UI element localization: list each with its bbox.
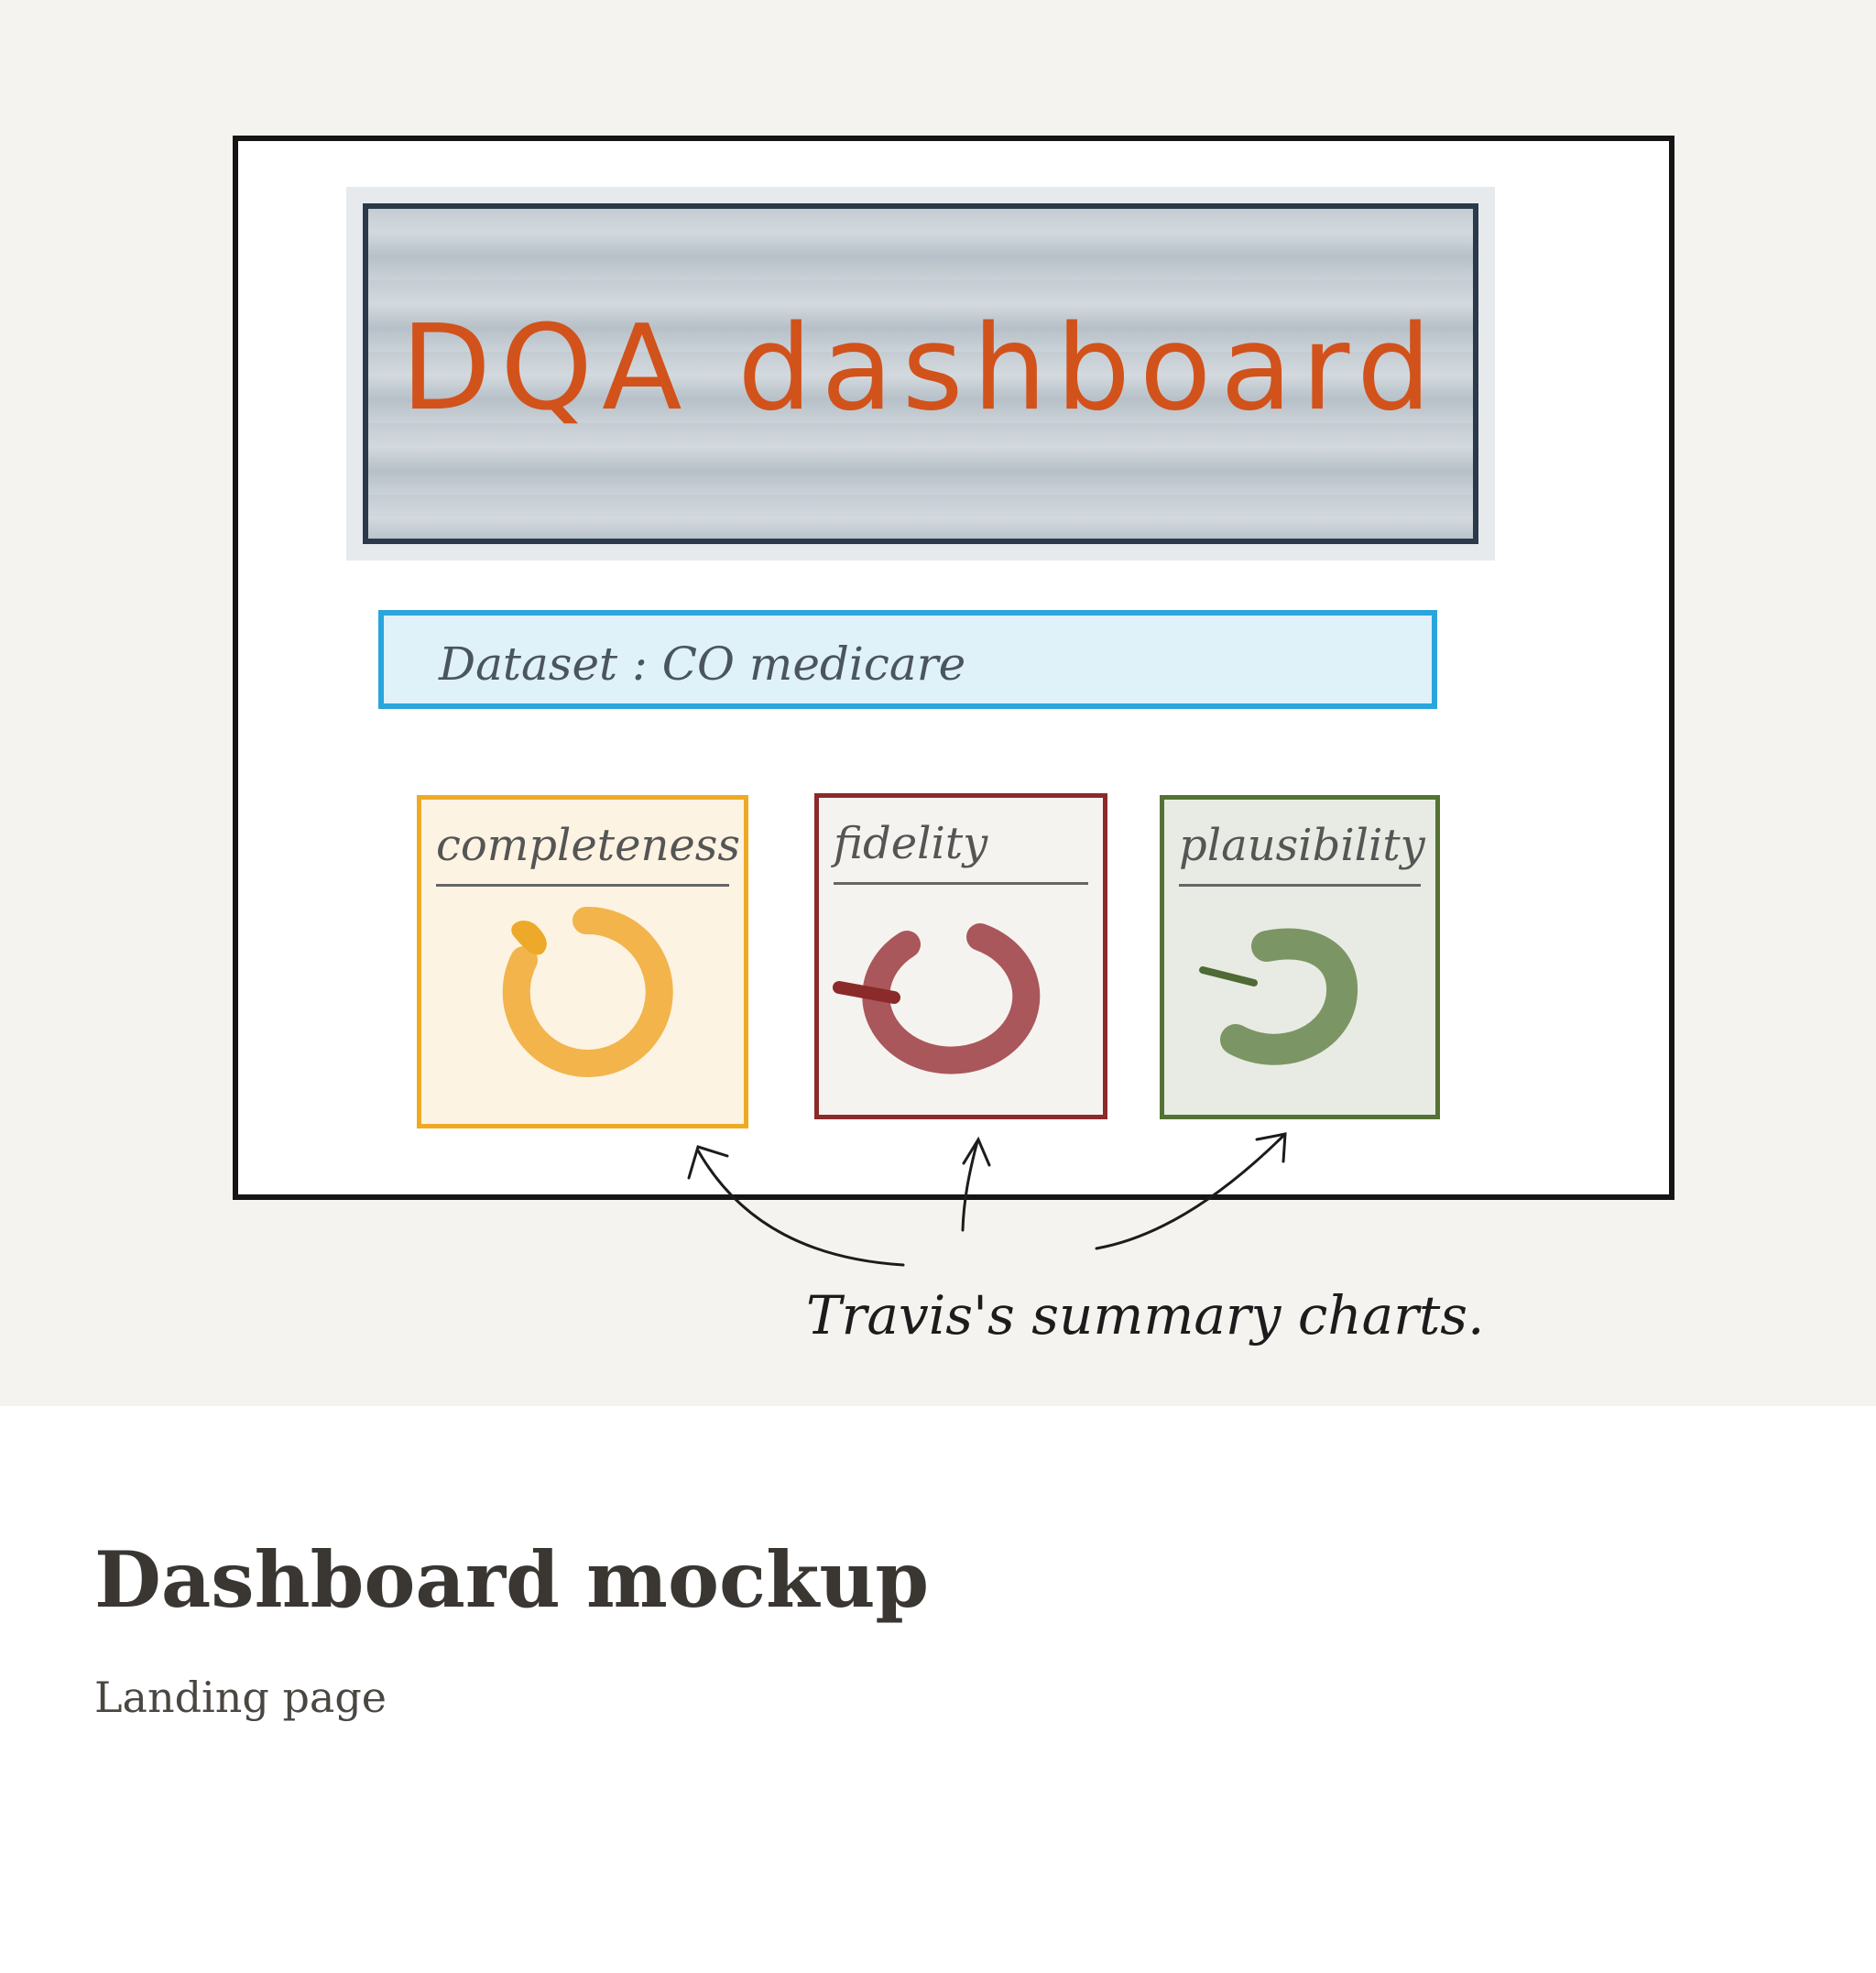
annotation-arrows: [687, 1132, 1287, 1267]
caption-subtitle: Landing page: [94, 1673, 387, 1722]
annotation-note: Travis's summary charts.: [806, 1284, 1485, 1346]
sketch-canvas: DQA dashboard Dataset : CO medicare comp…: [0, 0, 1876, 1406]
caption-title: Dashboard mockup: [94, 1534, 930, 1625]
